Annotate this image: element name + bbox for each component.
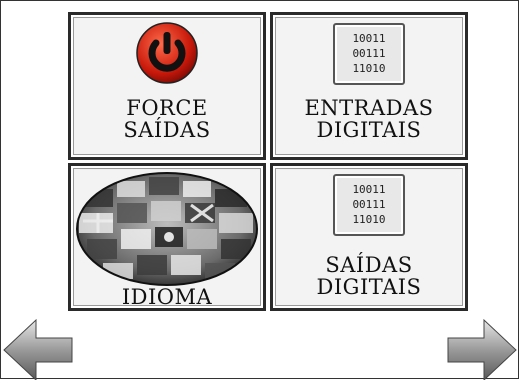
digital-outputs-label: SAÍDAS DIGITAIS <box>316 253 422 299</box>
digital-outputs-button[interactable]: 10011 00111 11010 SAÍDAS DIGITAIS <box>270 163 468 311</box>
globe-flags-icon <box>76 172 258 286</box>
binary-chip-icon: 10011 00111 11010 <box>333 174 405 236</box>
arrow-left-icon[interactable] <box>2 318 74 380</box>
digital-inputs-label: ENTRADAS DIGITAIS <box>304 96 434 142</box>
digital-inputs-button[interactable]: 10011 00111 11010 ENTRADAS DIGITAIS <box>270 12 468 160</box>
language-label: IDIOMA <box>121 285 213 309</box>
force-outputs-button[interactable]: FORCE SAÍDAS <box>68 12 266 160</box>
language-button[interactable]: IDIOMA <box>68 163 266 311</box>
power-icon <box>136 22 198 84</box>
arrow-right-icon[interactable] <box>446 318 518 380</box>
binary-chip-icon: 10011 00111 11010 <box>333 23 405 85</box>
force-outputs-label: FORCE SAÍDAS <box>123 96 211 142</box>
